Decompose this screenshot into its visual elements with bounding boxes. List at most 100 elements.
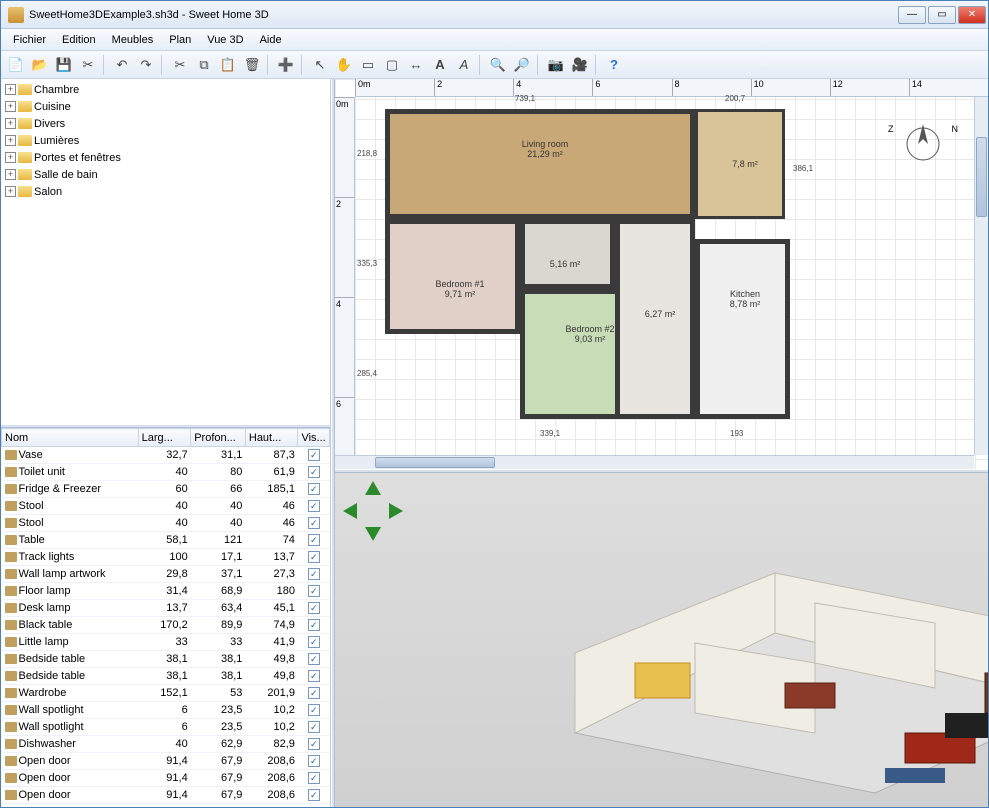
minimize-button[interactable]: — [898, 6, 926, 24]
text-icon[interactable]: A [429, 54, 451, 76]
tree-item[interactable]: +Cuisine [3, 98, 328, 115]
visible-checkbox[interactable]: ✓ [308, 449, 320, 461]
visible-checkbox[interactable]: ✓ [308, 517, 320, 529]
table-row[interactable]: Wall spotlight623,510,2✓ [2, 719, 330, 736]
tree-item[interactable]: +Salle de bain [3, 166, 328, 183]
visible-checkbox[interactable]: ✓ [308, 738, 320, 750]
visible-checkbox[interactable]: ✓ [308, 670, 320, 682]
table-row[interactable]: Dishwasher4062,982,9✓ [2, 736, 330, 753]
menu-edition[interactable]: Edition [54, 31, 104, 49]
plan-scrollbar-h[interactable] [335, 455, 974, 469]
visible-checkbox[interactable]: ✓ [308, 687, 320, 699]
table-row[interactable]: Toilet unit408061,9✓ [2, 464, 330, 481]
visible-checkbox[interactable]: ✓ [308, 721, 320, 733]
visible-checkbox[interactable]: ✓ [308, 551, 320, 563]
catalog-tree[interactable]: +Chambre+Cuisine+Divers+Lumières+Portes … [1, 79, 330, 424]
visible-checkbox[interactable]: ✓ [308, 619, 320, 631]
col-haut[interactable]: Haut... [245, 429, 298, 447]
view-3d[interactable] [335, 473, 988, 807]
visible-checkbox[interactable]: ✓ [308, 568, 320, 580]
visible-checkbox[interactable]: ✓ [308, 466, 320, 478]
expand-icon[interactable]: + [5, 169, 16, 180]
nav-right-icon[interactable] [389, 503, 403, 519]
visible-checkbox[interactable]: ✓ [308, 772, 320, 784]
expand-icon[interactable]: + [5, 135, 16, 146]
plan-view[interactable]: 0m2468101214 0m2468 Living room 21,29 m² [335, 79, 988, 469]
visible-checkbox[interactable]: ✓ [308, 653, 320, 665]
expand-icon[interactable]: + [5, 186, 16, 197]
table-row[interactable]: Wall spotlight623,510,2✓ [2, 702, 330, 719]
tree-item[interactable]: +Portes et fenêtres [3, 149, 328, 166]
visible-checkbox[interactable]: ✓ [308, 602, 320, 614]
table-row[interactable]: Wardrobe152,153201,9✓ [2, 685, 330, 702]
table-row[interactable]: Bedside table38,138,149,8✓ [2, 651, 330, 668]
menu-aide[interactable]: Aide [252, 31, 290, 49]
paste-icon[interactable]: 📋 [217, 54, 239, 76]
table-row[interactable]: Open door91,467,9208,6✓ [2, 753, 330, 770]
visible-checkbox[interactable]: ✓ [308, 636, 320, 648]
zoom-in-icon[interactable]: 🔍 [487, 54, 509, 76]
expand-icon[interactable]: + [5, 101, 16, 112]
delete-icon[interactable]: 🗑 [241, 54, 263, 76]
walls-icon[interactable]: ▭ [357, 54, 379, 76]
tree-item[interactable]: +Lumières [3, 132, 328, 149]
col-vis[interactable]: Vis... [298, 429, 330, 447]
visible-checkbox[interactable]: ✓ [308, 755, 320, 767]
table-row[interactable]: Bedside table38,138,149,8✓ [2, 668, 330, 685]
expand-icon[interactable]: + [5, 118, 16, 129]
table-row[interactable]: Little lamp333341,9✓ [2, 634, 330, 651]
zoom-out-icon[interactable]: 🔎 [511, 54, 533, 76]
help-icon[interactable]: ? [603, 54, 625, 76]
table-row[interactable]: Track lights10017,113,7✓ [2, 549, 330, 566]
video-icon[interactable]: 🎥 [569, 54, 591, 76]
visible-checkbox[interactable]: ✓ [308, 585, 320, 597]
col-nom[interactable]: Nom [2, 429, 139, 447]
nav-down-icon[interactable] [365, 527, 381, 541]
select-icon[interactable]: ↖ [309, 54, 331, 76]
floorplan[interactable]: Living room 21,29 m² 7,8 m² Bedroom #1 9… [385, 109, 805, 439]
table-row[interactable]: Open door91,467,9208,6✓ [2, 787, 330, 804]
nav-left-icon[interactable] [343, 503, 357, 519]
save-icon[interactable]: 💾 [53, 54, 75, 76]
nav-up-icon[interactable] [365, 481, 381, 495]
compass-icon[interactable]: Z N [898, 119, 948, 169]
tree-item[interactable]: +Salon [3, 183, 328, 200]
menu-fichier[interactable]: Fichier [5, 31, 54, 49]
maximize-button[interactable]: ▭ [928, 6, 956, 24]
photo-icon[interactable]: 📷 [545, 54, 567, 76]
close-button[interactable]: ✕ [958, 6, 986, 24]
table-row[interactable]: Open door91,467,9208,6✓ [2, 770, 330, 787]
prefs-icon[interactable]: ✂ [77, 54, 99, 76]
tree-item[interactable]: +Chambre [3, 81, 328, 98]
tree-item[interactable]: +Divers [3, 115, 328, 132]
dimensions-icon[interactable]: ↔ [405, 54, 427, 76]
table-row[interactable]: Wall lamp artwork29,837,127,3✓ [2, 566, 330, 583]
col-larg[interactable]: Larg... [138, 429, 191, 447]
table-row[interactable]: Black table170,289,974,9✓ [2, 617, 330, 634]
new-icon[interactable]: 📄 [5, 54, 27, 76]
menu-plan[interactable]: Plan [161, 31, 199, 49]
visible-checkbox[interactable]: ✓ [308, 704, 320, 716]
text2-icon[interactable]: A [453, 54, 475, 76]
table-row[interactable]: Fridge & Freezer6066185,1✓ [2, 481, 330, 498]
col-profon[interactable]: Profon... [191, 429, 246, 447]
visible-checkbox[interactable]: ✓ [308, 789, 320, 801]
add-furniture-icon[interactable]: ➕ [275, 54, 297, 76]
table-row[interactable]: Stool404046✓ [2, 498, 330, 515]
visible-checkbox[interactable]: ✓ [308, 500, 320, 512]
menu-meubles[interactable]: Meubles [104, 31, 162, 49]
visible-checkbox[interactable]: ✓ [308, 483, 320, 495]
pan-icon[interactable]: ✋ [333, 54, 355, 76]
visible-checkbox[interactable]: ✓ [308, 534, 320, 546]
table-row[interactable]: Table58,112174✓ [2, 532, 330, 549]
expand-icon[interactable]: + [5, 152, 16, 163]
plan-scrollbar-v[interactable] [974, 97, 988, 455]
table-row[interactable]: Vase32,731,187,3✓ [2, 447, 330, 464]
copy-icon[interactable]: ⧉ [193, 54, 215, 76]
redo-icon[interactable]: ↷ [135, 54, 157, 76]
rooms-icon[interactable]: ▢ [381, 54, 403, 76]
cut-icon[interactable]: ✂ [169, 54, 191, 76]
furniture-table[interactable]: Nom Larg... Profon... Haut... Vis... Vas… [1, 428, 330, 807]
nav-3d-arrows[interactable] [343, 481, 403, 541]
table-row[interactable]: Floor lamp31,468,9180✓ [2, 583, 330, 600]
